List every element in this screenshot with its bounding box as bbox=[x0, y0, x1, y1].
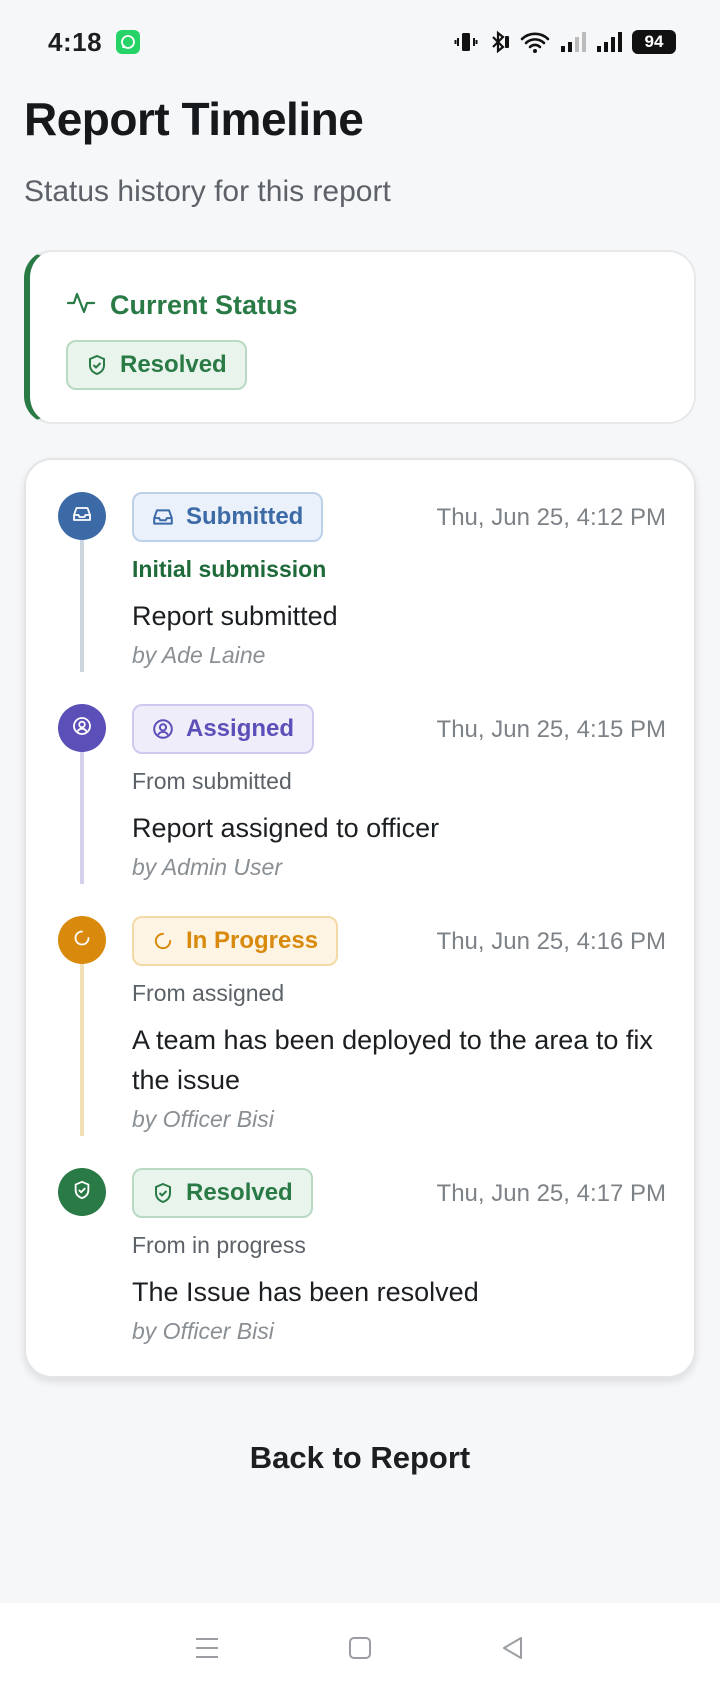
inbox-icon bbox=[72, 504, 92, 529]
timestamp: Thu, Jun 25, 4:16 PM bbox=[436, 928, 666, 955]
transition-from: From submitted bbox=[132, 768, 292, 794]
activity-icon bbox=[66, 288, 96, 323]
status-badge-submitted: Submitted bbox=[132, 492, 324, 542]
menu-icon[interactable] bbox=[177, 1618, 237, 1678]
current-status-badge: Resolved bbox=[66, 340, 247, 390]
timeline-dot bbox=[58, 704, 106, 752]
signal-icon bbox=[596, 30, 622, 54]
current-status-card: Current Status Resolved bbox=[24, 250, 696, 424]
timeline-connector bbox=[80, 540, 84, 672]
transition-from: From in progress bbox=[132, 1232, 306, 1258]
current-status-header: Current Status bbox=[66, 288, 298, 323]
status-badge-label: Assigned bbox=[186, 715, 295, 742]
status-badge-in-progress: In Progress bbox=[132, 916, 339, 966]
author: by Officer Bisi bbox=[132, 1106, 274, 1132]
status-bar-left: 4:18 bbox=[48, 26, 141, 58]
wifi-icon bbox=[520, 30, 550, 54]
signal-icon bbox=[560, 30, 586, 54]
clock: 4:18 bbox=[48, 26, 103, 57]
status-comment: Report assigned to officer bbox=[132, 813, 440, 843]
back-to-report-button[interactable]: Back to Report bbox=[0, 1440, 720, 1476]
status-badge-label: In Progress bbox=[186, 927, 319, 954]
author: by Officer Bisi bbox=[132, 1318, 274, 1344]
timeline-dot bbox=[58, 492, 106, 540]
vibrate-icon bbox=[454, 30, 478, 54]
timeline-dot bbox=[58, 916, 106, 964]
user-circle-icon bbox=[72, 716, 92, 741]
loader-icon bbox=[152, 930, 174, 952]
current-status-badge-label: Resolved bbox=[120, 351, 227, 378]
status-bar: 4:18 94 bbox=[0, 0, 720, 84]
status-badge-label: Resolved bbox=[186, 1179, 293, 1206]
bluetooth-icon bbox=[488, 30, 510, 54]
status-comment: A team has been deployed to the area to … bbox=[132, 1025, 653, 1095]
timestamp: Thu, Jun 25, 4:12 PM bbox=[436, 504, 666, 531]
battery-indicator: 94 bbox=[632, 30, 676, 54]
status-badge-resolved: Resolved bbox=[132, 1168, 313, 1218]
status-badge-label: Submitted bbox=[186, 503, 304, 530]
home-square-icon[interactable] bbox=[330, 1618, 390, 1678]
status-bar-right: 94 bbox=[454, 30, 676, 54]
shield-check-icon bbox=[86, 354, 108, 376]
page-subtitle: Status history for this report bbox=[24, 175, 391, 208]
timeline-entry-submitted: Submitted Thu, Jun 25, 4:12 PM Initial s… bbox=[26, 460, 698, 672]
user-circle-icon bbox=[152, 718, 174, 740]
timeline-entry-assigned: Assigned Thu, Jun 25, 4:15 PM From submi… bbox=[26, 672, 698, 884]
transition-from: From assigned bbox=[132, 980, 285, 1006]
loader-icon bbox=[72, 928, 92, 953]
system-nav-bar bbox=[0, 1603, 720, 1693]
author: by Ade Laine bbox=[132, 642, 266, 668]
timeline-connector bbox=[80, 752, 84, 884]
status-comment: Report submitted bbox=[132, 601, 338, 631]
timestamp: Thu, Jun 25, 4:17 PM bbox=[436, 1180, 666, 1207]
inbox-icon bbox=[152, 506, 174, 528]
timeline-entry-resolved: Resolved Thu, Jun 25, 4:17 PM From in pr… bbox=[26, 1136, 698, 1348]
page-title: Report Timeline bbox=[24, 93, 364, 145]
status-comment: The Issue has been resolved bbox=[132, 1277, 479, 1307]
timeline-connector bbox=[80, 964, 84, 1136]
shield-check-icon bbox=[72, 1180, 92, 1205]
timestamp: Thu, Jun 25, 4:15 PM bbox=[436, 716, 666, 743]
transition-from: Initial submission bbox=[132, 556, 327, 582]
back-triangle-icon[interactable] bbox=[483, 1618, 543, 1678]
timeline-dot bbox=[58, 1168, 106, 1216]
current-status-title: Current Status bbox=[110, 290, 298, 320]
author: by Admin User bbox=[132, 854, 282, 880]
timeline-card: Submitted Thu, Jun 25, 4:12 PM Initial s… bbox=[24, 458, 696, 1378]
whatsapp-icon bbox=[116, 30, 141, 54]
shield-check-icon bbox=[152, 1182, 174, 1204]
timeline-entry-in-progress: In Progress Thu, Jun 25, 4:16 PM From as… bbox=[26, 884, 698, 1136]
status-badge-assigned: Assigned bbox=[132, 704, 315, 754]
